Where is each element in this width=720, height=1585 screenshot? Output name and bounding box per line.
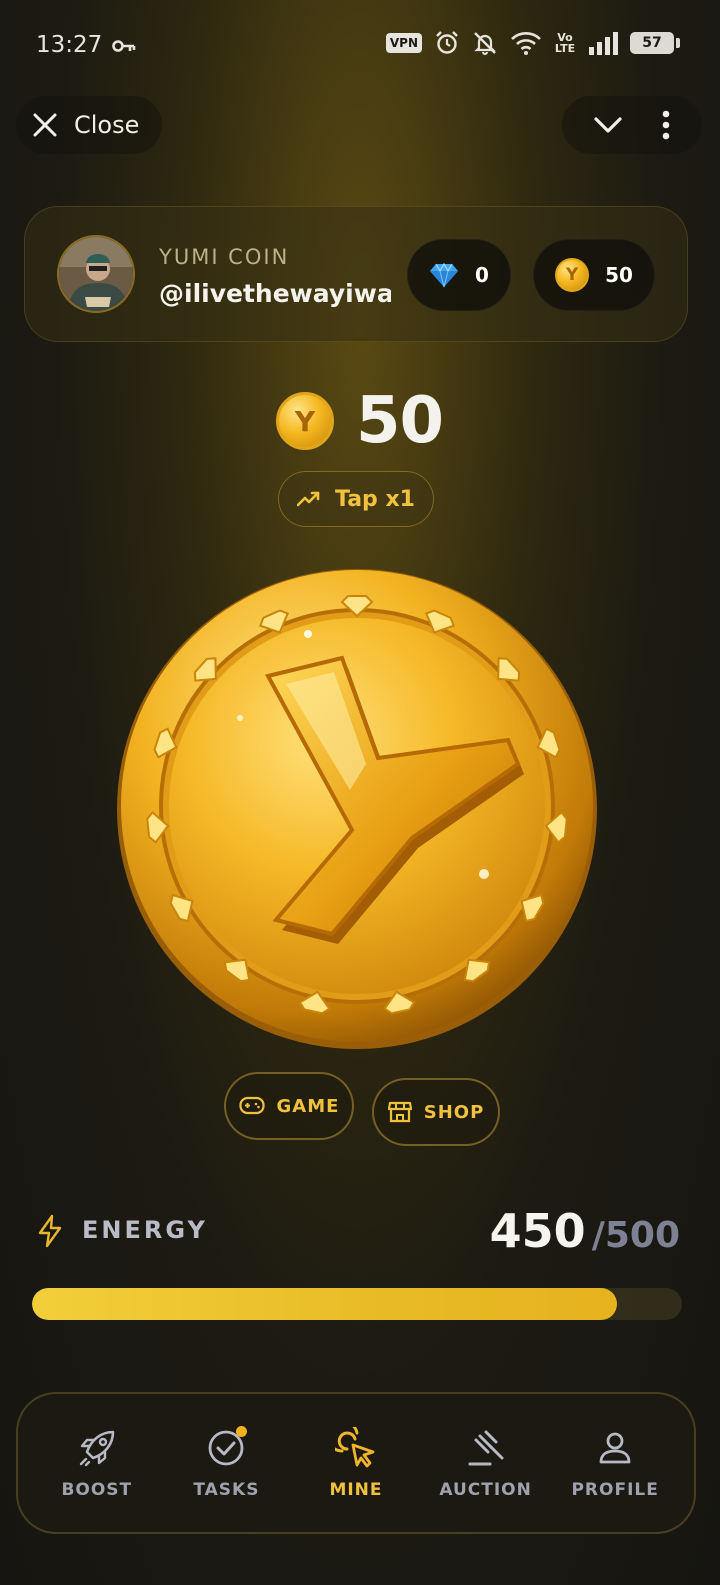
tap-cursor-icon [334, 1426, 378, 1470]
signal-icon [589, 32, 618, 55]
top-menu [562, 96, 702, 154]
shop-button[interactable]: SHOP [372, 1078, 500, 1146]
tap-multiplier-badge: Tap x1 [278, 471, 434, 527]
energy-value: 450 /500 [490, 1204, 680, 1258]
game-button[interactable]: GAME [224, 1072, 354, 1140]
alarm-icon [436, 31, 458, 54]
nav-label-tasks: TASKS [193, 1480, 260, 1500]
gavel-icon [464, 1426, 508, 1470]
volte-indicator: Vo LTE [554, 31, 576, 55]
nav-label-auction: AUCTION [439, 1480, 532, 1500]
energy-bar-fill [32, 1288, 617, 1320]
energy-current: 450 [489, 1204, 586, 1258]
close-button[interactable]: Close [16, 96, 162, 154]
store-icon [387, 1101, 412, 1123]
battery-icon: 57 [630, 32, 680, 54]
gems-balance-pill[interactable]: 0 [407, 239, 511, 311]
chevron-down-icon[interactable] [593, 114, 623, 136]
nav-item-profile[interactable]: PROFILE [555, 1426, 675, 1500]
bell-off-icon [474, 32, 496, 55]
coin-icon: Y [276, 392, 334, 450]
rocket-icon [75, 1426, 119, 1470]
nav-label-mine: MINE [329, 1480, 383, 1500]
status-time: 13:27 [36, 32, 103, 58]
avatar-image [59, 237, 133, 311]
vpn-badge: VPN [385, 33, 422, 53]
lightning-icon [38, 1214, 62, 1248]
tap-coin[interactable] [116, 568, 598, 1050]
diamond-icon [430, 262, 459, 288]
username: @ilivethewayiwa… [159, 279, 391, 308]
coins-balance-pill[interactable]: Y 50 [533, 239, 655, 311]
close-icon [33, 113, 57, 137]
tap-multiplier-label: Tap x1 [335, 486, 415, 512]
nav-item-mine[interactable]: MINE [296, 1426, 416, 1500]
user-header-card: YUMI COIN @ilivethewayiwa… 0 Y 50 [24, 206, 688, 342]
nav-item-auction[interactable]: AUCTION [426, 1426, 546, 1500]
energy-bar [32, 1288, 682, 1320]
app-name: YUMI COIN [159, 245, 290, 269]
nav-item-boost[interactable]: BOOST [37, 1426, 157, 1500]
avatar[interactable] [57, 235, 135, 313]
key-icon [112, 40, 136, 52]
status-icons: VPN Vo LTE 57 [385, 30, 680, 56]
balance-value: 50 [356, 384, 444, 458]
coin-icon: Y [555, 258, 590, 292]
close-label: Close [74, 111, 140, 139]
status-bar: 13:27 VPN Vo LTE 57 [0, 0, 720, 90]
gamepad-icon [238, 1096, 265, 1115]
user-icon [593, 1426, 637, 1470]
nav-item-tasks[interactable]: TASKS [166, 1426, 286, 1500]
game-label: GAME [276, 1095, 340, 1117]
gems-count: 0 [475, 263, 489, 287]
trending-up-icon [297, 491, 320, 507]
bottom-nav: BOOST TASKS MINE AUCTION PROFILE [16, 1392, 696, 1534]
more-vert-icon[interactable] [661, 110, 671, 140]
energy-label: ENERGY [82, 1216, 208, 1244]
nav-label-profile: PROFILE [571, 1480, 659, 1500]
coin-balance: Y 50 [276, 384, 444, 458]
coins-count: 50 [605, 263, 633, 287]
energy-max: /500 [591, 1215, 680, 1256]
shop-label: SHOP [423, 1101, 485, 1123]
wifi-icon [511, 32, 541, 55]
nav-label-boost: BOOST [61, 1480, 133, 1500]
